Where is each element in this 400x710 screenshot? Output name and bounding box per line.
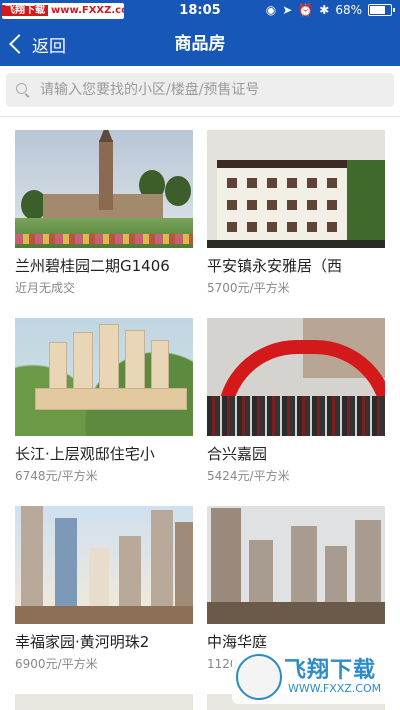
listing-image <box>15 318 193 436</box>
listing-image-partial[interactable] <box>15 694 193 710</box>
listing-price: 近月无成交 <box>15 281 76 295</box>
listing-name: 幸福家园·黄河明珠2 <box>15 633 150 651</box>
listing-card[interactable]: 兰州碧桂园二期G1406 近月无成交 <box>15 130 193 296</box>
listing-price: 5700元/平方米 <box>207 281 290 295</box>
search-bar <box>0 66 400 117</box>
listing-image <box>15 506 193 624</box>
back-button[interactable]: 返回 <box>6 22 66 66</box>
listing-image <box>207 130 385 248</box>
location-icon: ➤ <box>282 3 293 17</box>
battery-percent: 68% <box>335 3 362 17</box>
listing-card[interactable]: 合兴嘉园 5424元/平方米 <box>207 318 385 484</box>
listing-image <box>207 318 385 436</box>
watermark-brand: 飞翔下载 <box>284 658 377 683</box>
nav-bar: 返回 商品房 <box>0 22 400 66</box>
listing-name: 合兴嘉园 <box>207 445 268 463</box>
listing-name: 兰州碧桂园二期G1406 <box>15 257 170 275</box>
search-box[interactable] <box>6 73 394 107</box>
listing-image <box>15 130 193 248</box>
status-bar: 飞翔下载www.FXXZ.com 18:05 ◉ ➤ ⏰ ✱ 68% <box>0 0 400 22</box>
listing-card[interactable]: 幸福家园·黄河明珠2 6900元/平方米 <box>15 506 193 672</box>
listing-name: 长江·上层观邸住宅小 <box>15 445 155 463</box>
listing-price: 6748元/平方米 <box>15 469 98 483</box>
listing-image <box>207 506 385 624</box>
watermark-emblem-icon <box>236 654 282 700</box>
status-icons: ◉ ➤ ⏰ ✱ 68% <box>265 3 395 17</box>
search-icon <box>16 83 30 97</box>
listing-card[interactable]: 平安镇永安雅居（西 5700元/平方米 <box>207 130 385 296</box>
listing-price: 6900元/平方米 <box>15 657 98 671</box>
lock-rotation-icon: ◉ <box>265 3 277 17</box>
watermark-logo: 飞翔下载 WWW.FXXZ.COM <box>232 648 392 704</box>
listing-name: 平安镇永安雅居（西 <box>207 257 343 275</box>
bluetooth-icon: ✱ <box>319 3 330 17</box>
watermark-url: WWW.FXXZ.COM <box>288 682 382 695</box>
back-label: 返回 <box>32 36 66 57</box>
listing-card[interactable]: 长江·上层观邸住宅小 6748元/平方米 <box>15 318 193 484</box>
listing-grid: 兰州碧桂园二期G1406 近月无成交 平安镇永安雅居（西 5700元/平方米 长… <box>0 117 400 710</box>
search-input[interactable] <box>38 81 382 99</box>
listing-price: 5424元/平方米 <box>207 469 290 483</box>
battery-icon <box>368 4 395 16</box>
chevron-left-icon <box>9 34 29 54</box>
alarm-icon: ⏰ <box>298 3 314 17</box>
